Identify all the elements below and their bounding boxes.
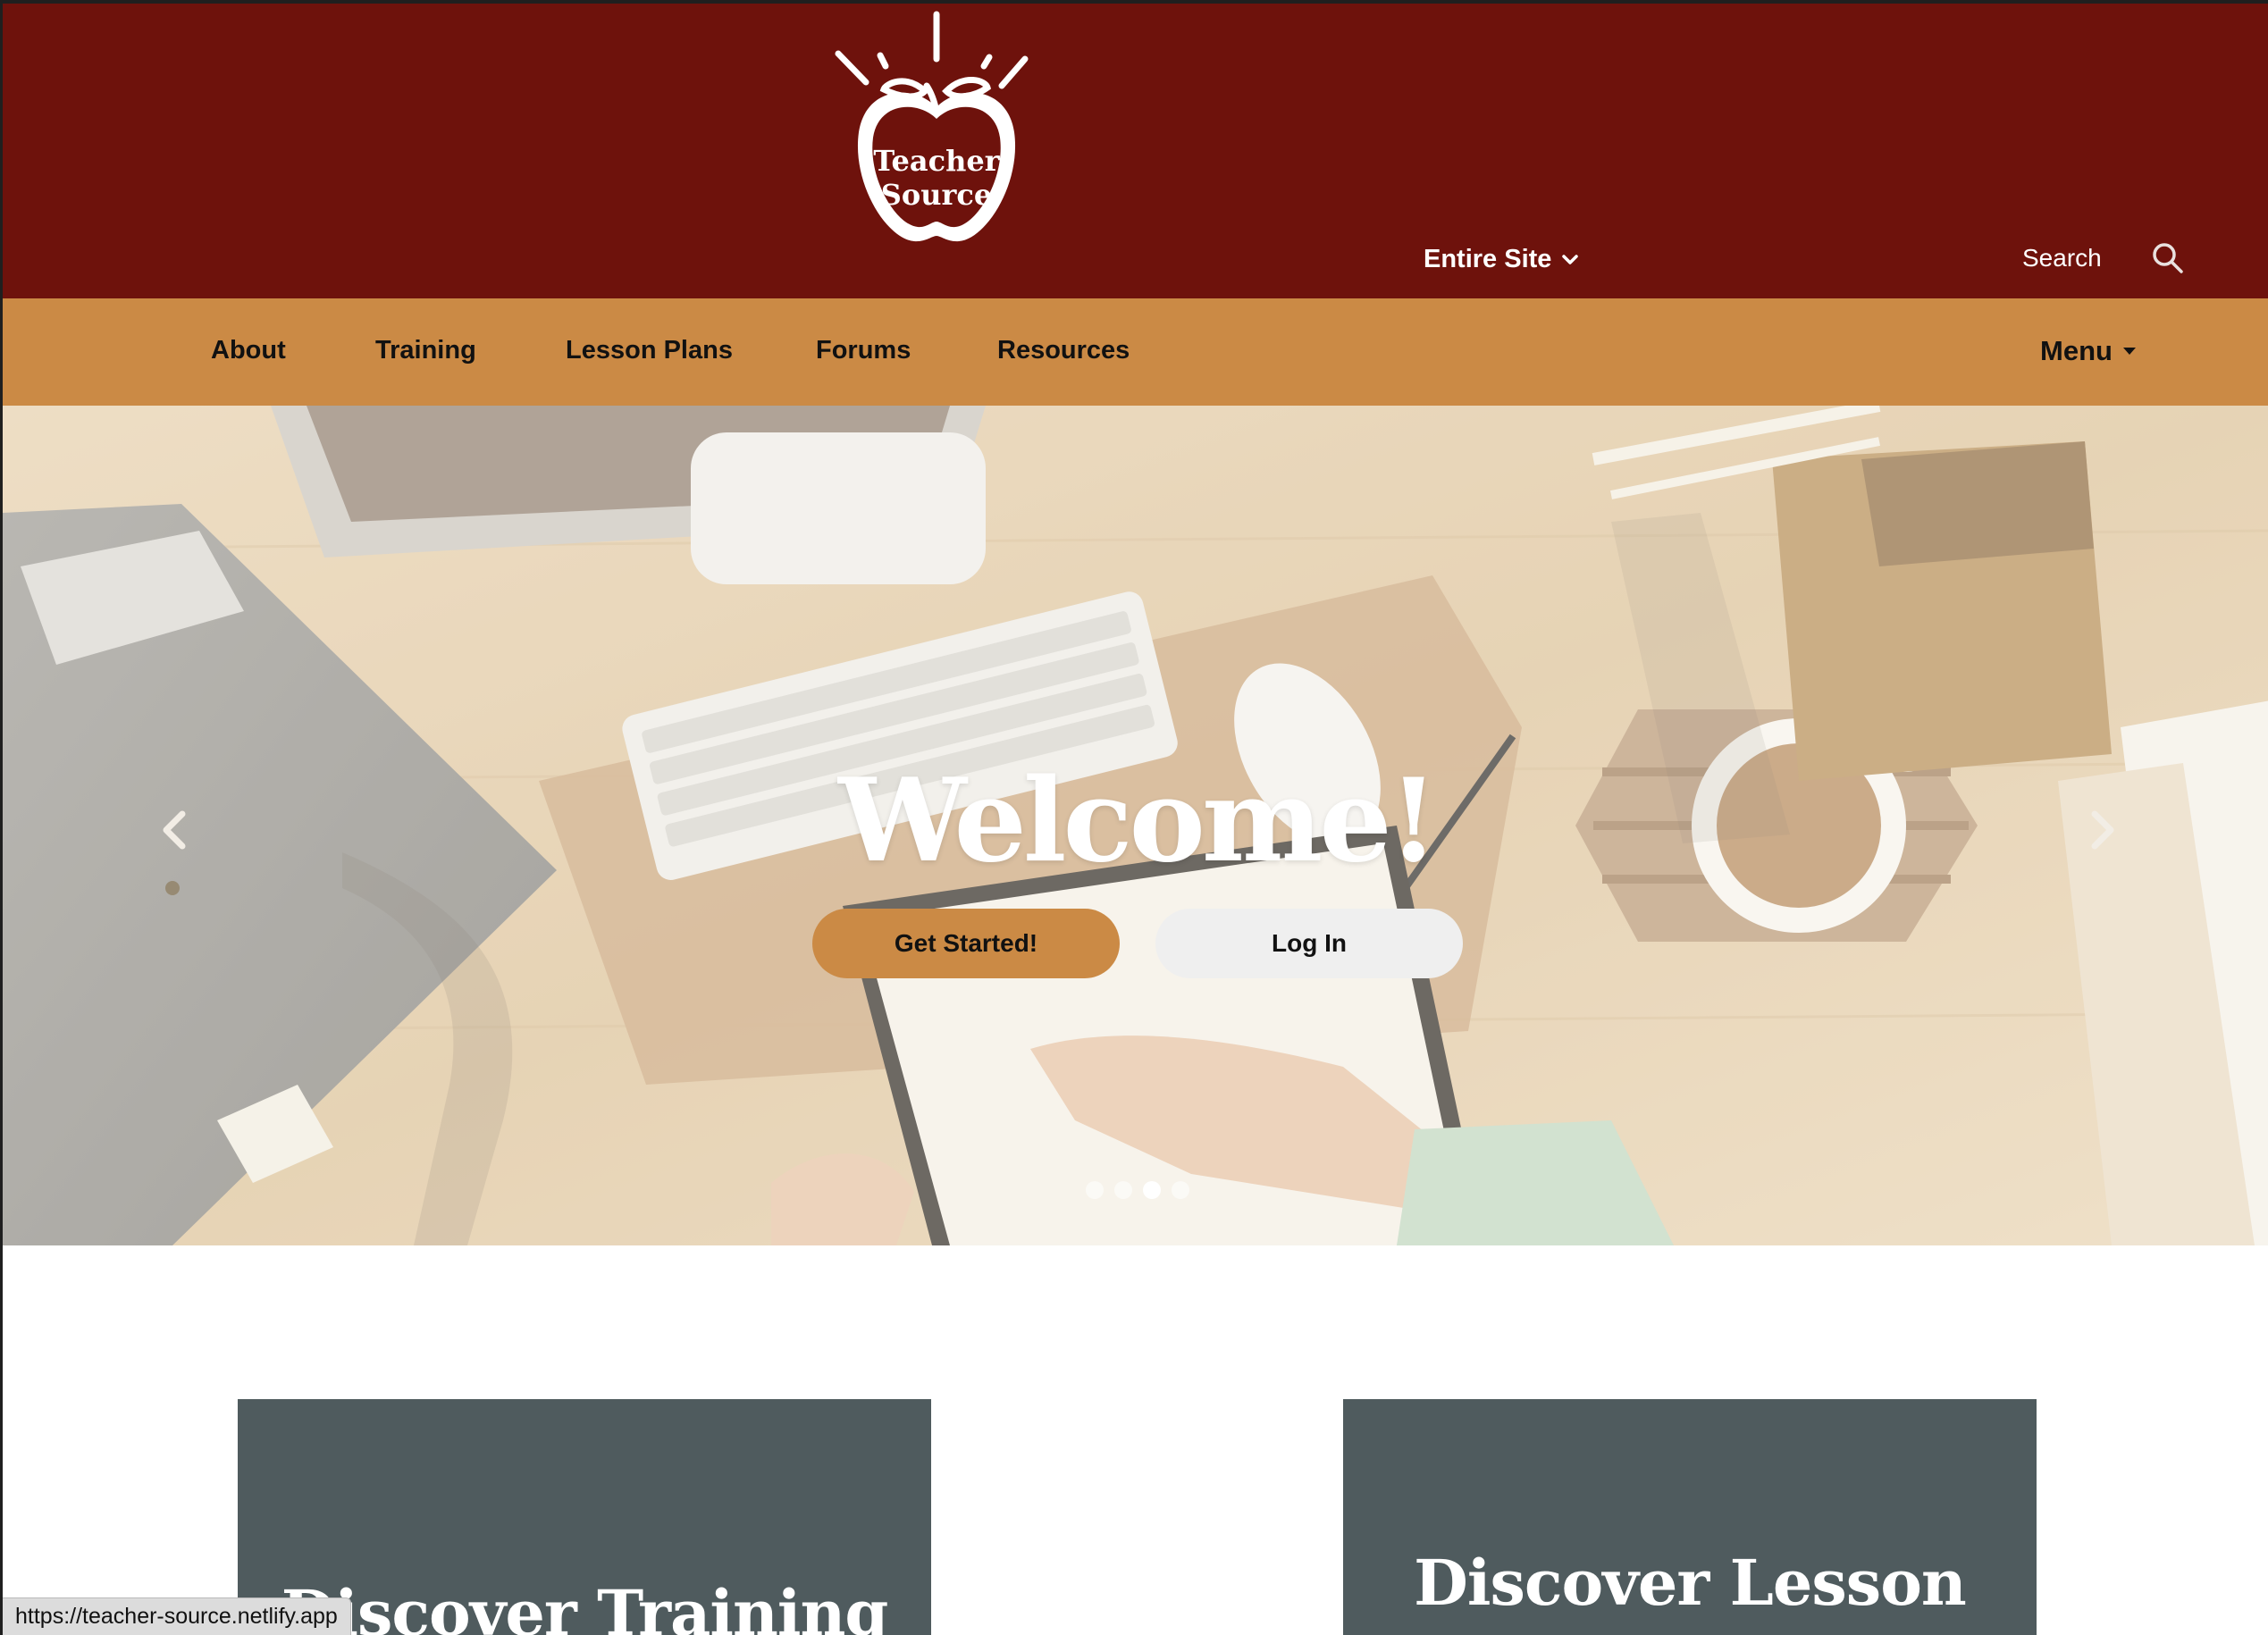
logo-text-line2: Source [881, 178, 992, 212]
page: Teacher Source Entire Site About Trainin… [0, 0, 2268, 1635]
link-status-bar: https://teacher-source.netlify.app [3, 1597, 351, 1635]
carousel-dot-3-active[interactable] [1143, 1181, 1161, 1199]
search-icon[interactable] [2151, 241, 2185, 275]
card-title: Discover Lesson [1414, 1546, 1967, 1620]
search-bar [2022, 241, 2185, 275]
search-scope-dropdown[interactable]: Entire Site [1424, 245, 1580, 274]
apple-logo-icon: Teacher Source [835, 11, 1029, 242]
carousel-dot-4[interactable] [1172, 1181, 1189, 1199]
chevron-down-icon [1562, 254, 1579, 264]
nav-item-about[interactable]: About [211, 336, 286, 365]
nav-item-forums[interactable]: Forums [816, 336, 911, 365]
carousel-dot-1[interactable] [1086, 1181, 1104, 1199]
window-top-border [3, 0, 2268, 4]
nav-item-lesson-plans[interactable]: Lesson Plans [566, 336, 733, 365]
carousel-indicators [1086, 1181, 1189, 1199]
teacher-source-logo[interactable]: Teacher Source [834, 9, 1039, 259]
get-started-button[interactable]: Get Started! [812, 909, 1120, 978]
caret-down-icon [2122, 348, 2136, 355]
logo-text-line1: Teacher [873, 144, 1000, 178]
nav-item-training[interactable]: Training [375, 336, 476, 365]
nav-item-resources[interactable]: Resources [997, 336, 1130, 365]
menu-label: Menu [2040, 335, 2113, 366]
main-nav: About Training Lesson Plans Forums Resou… [3, 298, 2268, 406]
search-scope-label: Entire Site [1424, 245, 1552, 273]
carousel-dot-2[interactable] [1114, 1181, 1132, 1199]
hero-title: Welcome! [838, 754, 1439, 888]
discover-lesson-card[interactable]: Discover Lesson [1343, 1399, 2037, 1635]
hero-carousel: Welcome! Get Started! Log In [3, 406, 2268, 1245]
search-input[interactable] [2022, 244, 2129, 272]
log-in-button[interactable]: Log In [1155, 909, 1463, 978]
site-header: Teacher Source Entire Site [3, 0, 2268, 298]
menu-dropdown-button[interactable]: Menu [2040, 335, 2138, 367]
